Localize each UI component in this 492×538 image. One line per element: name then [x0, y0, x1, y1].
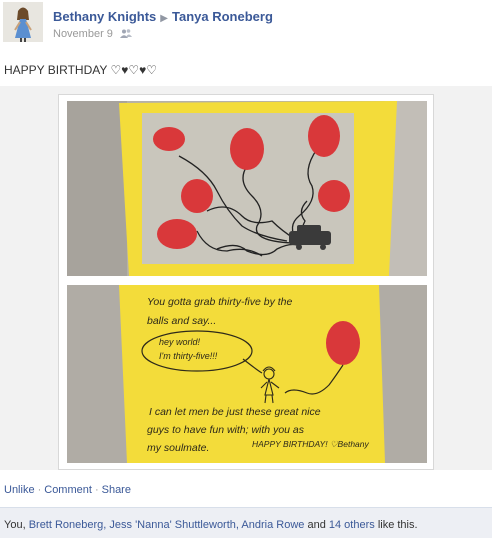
card-bubble1: hey world! [159, 337, 201, 347]
post-names: Bethany Knights ▶ Tanya Roneberg [53, 9, 273, 24]
author-link[interactable]: Bethany Knights [53, 9, 156, 24]
unlike-link[interactable]: Unlike [4, 484, 35, 496]
card-line6: HAPPY BIRTHDAY! ♡Bethany [252, 439, 370, 449]
card-line5: my soulmate. [147, 442, 209, 454]
separator: · [37, 484, 42, 496]
card-line3: I can let men be just these great nice [149, 406, 321, 418]
likes-bar: You, Brett Roneberg, Jess 'Nanna' Shuttl… [0, 507, 492, 538]
post-actions: Unlike · Comment · Share [4, 484, 131, 496]
target-link[interactable]: Tanya Roneberg [172, 9, 273, 24]
avatar[interactable] [3, 2, 43, 42]
like-person-andria[interactable]: Andria Rowe [241, 519, 304, 531]
friends-icon[interactable] [119, 29, 132, 38]
card-photo-front[interactable] [67, 101, 427, 276]
likes-and: and [307, 519, 326, 531]
card-bubble2: I'm thirty-five!!! [159, 351, 218, 361]
card-line2: balls and say... [147, 315, 216, 327]
card-line1: You gotta grab thirty-five by the [147, 296, 292, 308]
post-header: Bethany Knights ▶ Tanya Roneberg November … [0, 0, 492, 50]
separator: · [94, 484, 99, 496]
post-date[interactable]: November 9 [53, 28, 113, 40]
like-person-jess[interactable]: Jess 'Nanna' Shuttleworth, [109, 519, 239, 531]
likes-suffix: like this. [377, 519, 418, 531]
post-message: HAPPY BIRTHDAY ♡♥♡♥♡ [4, 63, 158, 77]
card-line4: guys to have fun with; with you as [147, 424, 305, 436]
share-arrow-icon: ▶ [160, 13, 168, 24]
likes-sentence: You, Brett Roneberg, Jess 'Nanna' Shuttl… [4, 519, 418, 531]
post-meta: November 9 [53, 28, 132, 40]
share-link[interactable]: Share [102, 484, 131, 496]
like-person-brett[interactable]: Brett Roneberg, [29, 519, 107, 531]
likes-others-link[interactable]: 14 others [329, 519, 375, 531]
comment-link[interactable]: Comment [44, 484, 92, 496]
likes-you: You, [4, 519, 26, 531]
card-photo-inside[interactable]: You gotta grab thirty-five by the balls … [67, 285, 427, 463]
